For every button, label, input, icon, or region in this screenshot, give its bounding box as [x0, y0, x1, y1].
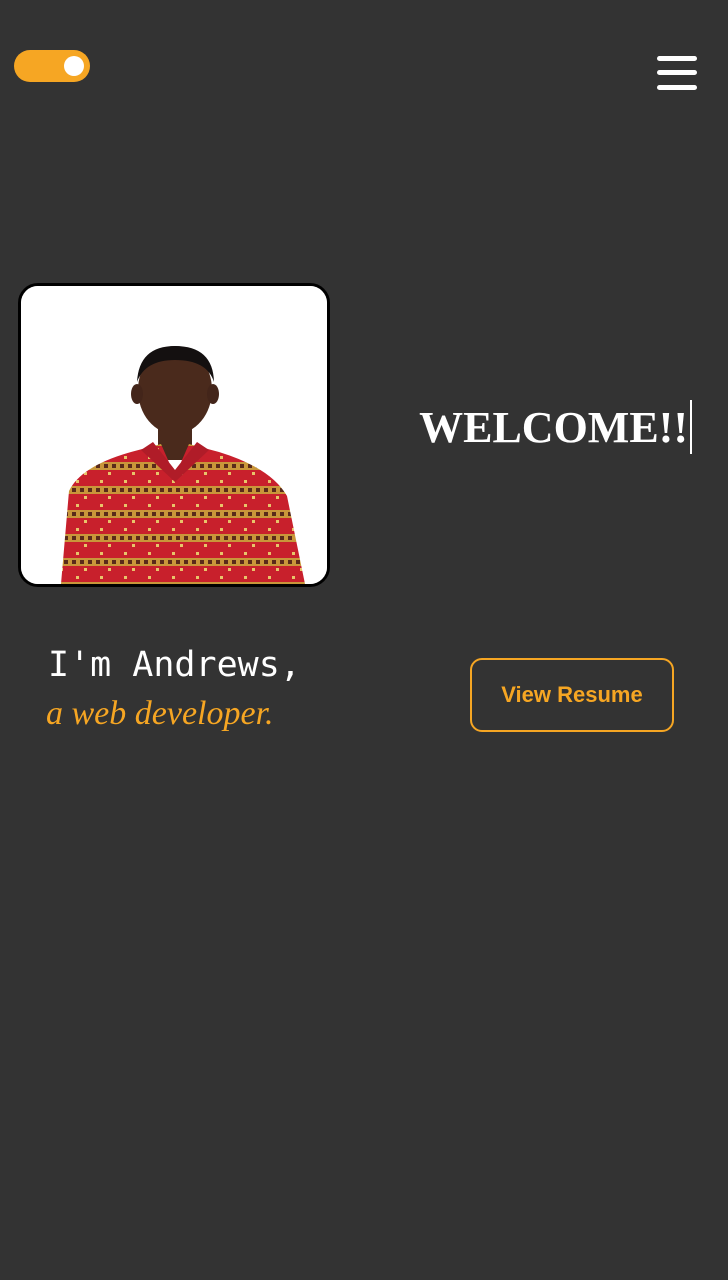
role-text: a web developer.: [46, 695, 274, 732]
theme-toggle[interactable]: [14, 50, 90, 82]
typing-cursor-icon: [690, 400, 692, 454]
menu-bar-bottom: [657, 85, 697, 90]
menu-bar-middle: [657, 70, 697, 75]
view-resume-button[interactable]: View Resume: [470, 658, 674, 732]
menu-bar-top: [657, 56, 697, 61]
toggle-knob-icon: [64, 56, 84, 76]
welcome-heading: WELCOME!!: [380, 400, 692, 456]
intro-text: I'm Andrews,: [48, 645, 301, 685]
welcome-text: WELCOME!!: [419, 403, 688, 452]
hamburger-menu-icon[interactable]: [654, 52, 700, 96]
portrait-image: [21, 286, 327, 584]
profile-photo: [18, 283, 330, 587]
